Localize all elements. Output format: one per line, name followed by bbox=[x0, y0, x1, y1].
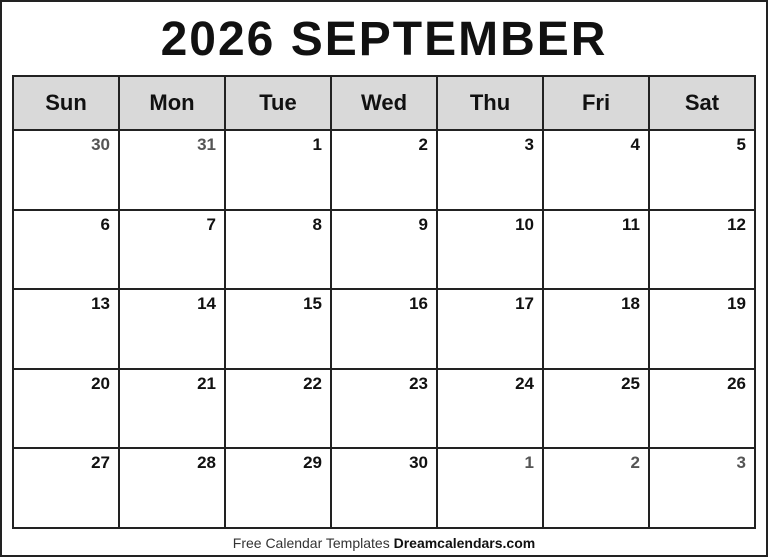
day-number: 31 bbox=[120, 131, 224, 155]
day-number: 19 bbox=[650, 290, 754, 314]
footer-text: Free Calendar Templates bbox=[233, 535, 394, 551]
day-cell: 16 bbox=[332, 290, 438, 370]
footer: Free Calendar Templates Dreamcalendars.c… bbox=[12, 529, 756, 555]
day-number: 14 bbox=[120, 290, 224, 314]
day-number: 26 bbox=[650, 370, 754, 394]
day-number: 16 bbox=[332, 290, 436, 314]
day-cell: 14 bbox=[120, 290, 226, 370]
day-cell: 17 bbox=[438, 290, 544, 370]
day-number: 30 bbox=[14, 131, 118, 155]
header-cell-sun: Sun bbox=[14, 77, 120, 131]
day-cell: 30 bbox=[332, 449, 438, 529]
header-row: SunMonTueWedThuFriSat bbox=[14, 77, 756, 131]
day-cell: 24 bbox=[438, 370, 544, 450]
day-number: 13 bbox=[14, 290, 118, 314]
day-cell: 26 bbox=[650, 370, 756, 450]
day-cell: 25 bbox=[544, 370, 650, 450]
day-cell: 27 bbox=[14, 449, 120, 529]
week-row-0: 303112345 bbox=[14, 131, 756, 211]
day-number: 23 bbox=[332, 370, 436, 394]
day-number: 1 bbox=[438, 449, 542, 473]
day-cell: 13 bbox=[14, 290, 120, 370]
day-cell: 2 bbox=[544, 449, 650, 529]
day-cell: 19 bbox=[650, 290, 756, 370]
day-number: 24 bbox=[438, 370, 542, 394]
day-number: 6 bbox=[14, 211, 118, 235]
day-number: 7 bbox=[120, 211, 224, 235]
day-number: 3 bbox=[650, 449, 754, 473]
day-number: 25 bbox=[544, 370, 648, 394]
day-cell: 23 bbox=[332, 370, 438, 450]
day-number: 4 bbox=[544, 131, 648, 155]
day-number: 2 bbox=[544, 449, 648, 473]
day-cell: 1 bbox=[438, 449, 544, 529]
day-cell: 22 bbox=[226, 370, 332, 450]
day-number: 18 bbox=[544, 290, 648, 314]
day-number: 22 bbox=[226, 370, 330, 394]
week-row-4: 27282930123 bbox=[14, 449, 756, 529]
day-cell: 10 bbox=[438, 211, 544, 291]
day-cell: 9 bbox=[332, 211, 438, 291]
day-number: 17 bbox=[438, 290, 542, 314]
week-row-2: 13141516171819 bbox=[14, 290, 756, 370]
day-number: 12 bbox=[650, 211, 754, 235]
day-cell: 1 bbox=[226, 131, 332, 211]
header-cell-sat: Sat bbox=[650, 77, 756, 131]
day-cell: 7 bbox=[120, 211, 226, 291]
calendar-container: 2026 SEPTEMBER SunMonTueWedThuFriSat 303… bbox=[2, 2, 766, 555]
footer-brand: Dreamcalendars.com bbox=[394, 535, 536, 551]
day-number: 29 bbox=[226, 449, 330, 473]
day-number: 27 bbox=[14, 449, 118, 473]
day-number: 21 bbox=[120, 370, 224, 394]
calendar-grid: SunMonTueWedThuFriSat 303112345678910111… bbox=[12, 75, 756, 529]
day-cell: 15 bbox=[226, 290, 332, 370]
day-number: 5 bbox=[650, 131, 754, 155]
day-number: 3 bbox=[438, 131, 542, 155]
day-cell: 6 bbox=[14, 211, 120, 291]
day-cell: 30 bbox=[14, 131, 120, 211]
day-cell: 31 bbox=[120, 131, 226, 211]
day-number: 15 bbox=[226, 290, 330, 314]
day-number: 30 bbox=[332, 449, 436, 473]
header-cell-wed: Wed bbox=[332, 77, 438, 131]
day-cell: 4 bbox=[544, 131, 650, 211]
day-cell: 29 bbox=[226, 449, 332, 529]
day-number: 20 bbox=[14, 370, 118, 394]
calendar-title: 2026 SEPTEMBER bbox=[12, 2, 756, 75]
day-cell: 3 bbox=[650, 449, 756, 529]
day-number: 28 bbox=[120, 449, 224, 473]
day-cell: 2 bbox=[332, 131, 438, 211]
header-cell-fri: Fri bbox=[544, 77, 650, 131]
day-number: 1 bbox=[226, 131, 330, 155]
day-number: 8 bbox=[226, 211, 330, 235]
header-cell-tue: Tue bbox=[226, 77, 332, 131]
day-number: 10 bbox=[438, 211, 542, 235]
day-number: 9 bbox=[332, 211, 436, 235]
header-cell-mon: Mon bbox=[120, 77, 226, 131]
day-number: 2 bbox=[332, 131, 436, 155]
day-cell: 5 bbox=[650, 131, 756, 211]
day-cell: 21 bbox=[120, 370, 226, 450]
day-cell: 12 bbox=[650, 211, 756, 291]
day-number: 11 bbox=[544, 211, 648, 235]
day-cell: 3 bbox=[438, 131, 544, 211]
week-row-3: 20212223242526 bbox=[14, 370, 756, 450]
day-cell: 20 bbox=[14, 370, 120, 450]
header-cell-thu: Thu bbox=[438, 77, 544, 131]
day-cell: 28 bbox=[120, 449, 226, 529]
week-row-1: 6789101112 bbox=[14, 211, 756, 291]
day-cell: 18 bbox=[544, 290, 650, 370]
day-cell: 8 bbox=[226, 211, 332, 291]
day-cell: 11 bbox=[544, 211, 650, 291]
